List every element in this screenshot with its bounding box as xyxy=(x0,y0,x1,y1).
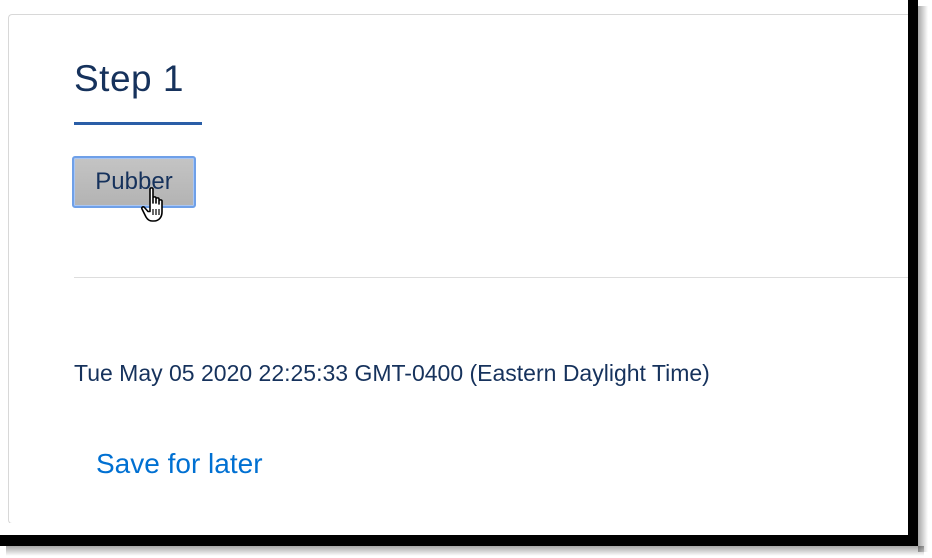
pubber-button[interactable]: Pubber xyxy=(72,156,196,208)
save-for-later-link[interactable]: Save for later xyxy=(96,448,263,480)
section-divider xyxy=(74,277,908,278)
card-bottom-area xyxy=(8,523,908,535)
shadow-right-soft xyxy=(918,6,928,552)
timestamp-text: Tue May 05 2020 22:25:33 GMT-0400 (Easte… xyxy=(74,360,710,386)
page-title: Step 1 xyxy=(74,58,184,99)
screenshot-frame: Step 1 Pubber Tue May 05 2020 22:25:33 G… xyxy=(0,0,932,558)
hand-pointer-icon xyxy=(140,186,174,226)
shadow-right xyxy=(908,0,918,546)
shadow-bottom-soft xyxy=(6,546,924,556)
shadow-bottom xyxy=(0,535,918,546)
title-underline xyxy=(74,122,202,125)
